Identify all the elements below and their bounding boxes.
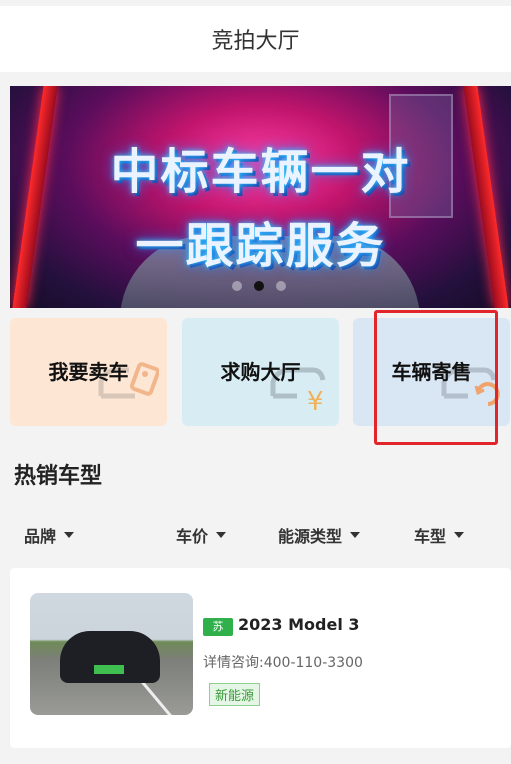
- top-bar: 竞拍大厅: [0, 0, 511, 72]
- buy-hall-label: 求购大厅: [220, 360, 301, 384]
- caret-down-icon: [216, 532, 227, 538]
- filter-energy-label: 能源类型: [278, 527, 343, 546]
- car-thumbnail: [30, 593, 193, 715]
- svg-text:¥: ¥: [307, 387, 324, 416]
- banner-headline-2: 一跟踪服务: [135, 218, 386, 274]
- caret-down-icon: [454, 532, 465, 538]
- section-title: 热销车型: [14, 464, 103, 489]
- filter-bar: 品牌 车价 能源类型 车型: [0, 523, 511, 547]
- filter-brand-label: 品牌: [24, 527, 57, 546]
- energy-type-badge: 新能源: [209, 683, 261, 706]
- carousel-dot-active[interactable]: [254, 281, 264, 291]
- caret-down-icon: [64, 532, 75, 538]
- filter-price[interactable]: 车价: [176, 523, 227, 547]
- sell-car-card[interactable]: 我要卖车: [10, 318, 167, 426]
- car-plate-shape: [94, 665, 124, 674]
- car-listing-card[interactable]: 苏 2023 Model 3 详情咨询:400-110-3300 新能源: [10, 568, 511, 748]
- filter-body-type-label: 车型: [414, 527, 447, 546]
- filter-energy[interactable]: 能源类型: [278, 523, 361, 547]
- carousel-dot[interactable]: [276, 281, 286, 291]
- filter-price-label: 车价: [176, 527, 209, 546]
- sell-car-label: 我要卖车: [48, 360, 129, 384]
- page-title: 竞拍大厅: [211, 29, 300, 54]
- filter-brand[interactable]: 品牌: [24, 523, 75, 547]
- highlight-box: [374, 310, 498, 445]
- filter-body-type[interactable]: 车型: [414, 523, 465, 547]
- promo-banner[interactable]: 中标车辆一对 一跟踪服务: [10, 86, 511, 308]
- caret-down-icon: [350, 532, 361, 538]
- buy-hall-card[interactable]: ¥ 求购大厅: [182, 318, 339, 426]
- plate-region-badge: 苏: [203, 618, 233, 636]
- banner-headline-1: 中标车辆一对: [110, 144, 411, 200]
- car-photo-shape: [60, 631, 160, 683]
- carousel-dot[interactable]: [232, 281, 242, 291]
- car-contact: 详情咨询:400-110-3300: [203, 655, 363, 671]
- carousel-dots: [232, 281, 286, 291]
- car-title: 2023 Model 3: [238, 615, 360, 634]
